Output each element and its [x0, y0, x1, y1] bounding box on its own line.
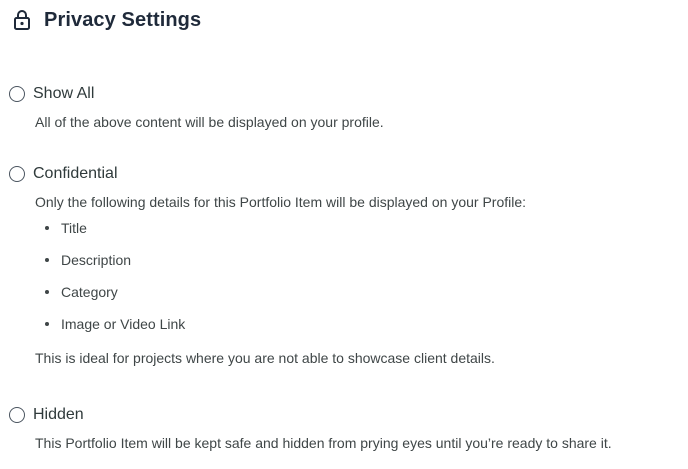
option-hidden-label[interactable]: Hidden — [33, 406, 84, 424]
list-item: Image or Video Link — [35, 314, 679, 346]
option-confidential-note: This is ideal for projects where you are… — [35, 350, 495, 366]
radio-confidential[interactable] — [9, 166, 25, 182]
bullet-dot — [45, 226, 49, 230]
radio-show-all[interactable] — [9, 86, 25, 102]
list-item-text: Category — [61, 284, 118, 300]
option-confidential: Confidential Only the following details … — [9, 162, 679, 368]
bullet-dot — [45, 258, 49, 262]
page-title: Privacy Settings — [44, 8, 202, 31]
option-hidden: Hidden This Portfolio Item will be kept … — [9, 403, 679, 453]
option-show-all: Show All All of the above content will b… — [9, 82, 679, 132]
option-show-all-row[interactable]: Show All — [9, 82, 679, 106]
list-item-text: Image or Video Link — [61, 316, 186, 332]
list-item-text: Title — [61, 220, 87, 236]
option-show-all-description: All of the above content will be display… — [35, 114, 384, 130]
privacy-settings-page: Privacy Settings Show All All of the abo… — [0, 0, 688, 469]
list-item: Title — [35, 218, 679, 250]
bullet-dot — [45, 322, 49, 326]
bullet-dot — [45, 290, 49, 294]
option-hidden-description: This Portfolio Item will be kept safe an… — [35, 435, 612, 451]
list-item: Category — [35, 282, 679, 314]
privacy-settings-header: Privacy Settings — [12, 6, 201, 34]
list-item-text: Description — [61, 252, 132, 268]
list-item: Description — [35, 250, 679, 282]
option-confidential-description: Only the following details for this Port… — [35, 194, 527, 210]
confidential-details-list: Title Description Category Image or Vide… — [35, 218, 679, 346]
option-confidential-label[interactable]: Confidential — [33, 165, 118, 183]
lock-icon — [12, 8, 32, 32]
option-show-all-label[interactable]: Show All — [33, 85, 94, 103]
radio-hidden[interactable] — [9, 407, 25, 423]
option-hidden-row[interactable]: Hidden — [9, 403, 679, 427]
option-confidential-row[interactable]: Confidential — [9, 162, 679, 186]
